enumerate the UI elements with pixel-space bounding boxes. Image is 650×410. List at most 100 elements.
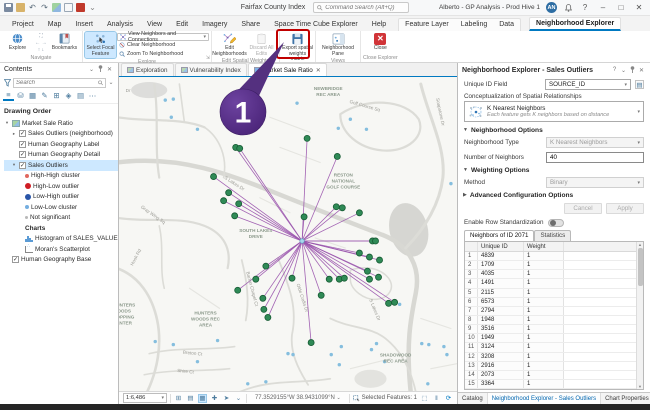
list-by-perspective-icon[interactable]: ▤ xyxy=(75,90,86,101)
list-by-editing-icon[interactable]: ✎ xyxy=(39,90,50,101)
refresh-icon[interactable]: ⟳ xyxy=(444,394,453,403)
number-of-neighbors-input[interactable] xyxy=(546,152,644,163)
unique-id-field-select[interactable]: SOURCE_ID ▾ xyxy=(545,79,631,90)
help-icon[interactable]: ? xyxy=(610,67,619,73)
dialog-launcher-icon[interactable]: ⇲ xyxy=(206,55,210,61)
docked-tab-catalog[interactable]: Catalog xyxy=(458,393,488,404)
redo-icon[interactable]: ↷ xyxy=(40,3,49,12)
table-row[interactable]: 340351 xyxy=(465,270,636,279)
expander-icon[interactable]: ▾ xyxy=(4,120,10,126)
chevron-down-icon[interactable]: ⌄ xyxy=(108,79,114,86)
ribbon-tab-edit[interactable]: Edit xyxy=(170,19,194,31)
docked-tab-neighborhood-explorer-sales-outliers[interactable]: Neighborhood Explorer - Sales Outliers xyxy=(488,393,601,404)
flash-location-icon[interactable]: ➤ xyxy=(222,394,231,403)
results-tab-neighbors[interactable]: Neighbors of ID 2071 xyxy=(464,230,534,241)
ribbon-tab-analysis[interactable]: Analysis xyxy=(101,19,139,31)
neighbor-point[interactable] xyxy=(341,275,347,281)
layer-checkbox[interactable]: ✓ xyxy=(19,130,26,137)
pin-icon[interactable] xyxy=(96,65,105,74)
layer-checkbox[interactable]: ✓ xyxy=(19,162,26,169)
neighbor-point[interactable] xyxy=(263,263,269,269)
neighbor-point[interactable] xyxy=(386,300,392,306)
contents-search-input[interactable] xyxy=(16,80,96,86)
table-row[interactable]: 727941 xyxy=(465,307,636,316)
ribbon-tab-insert[interactable]: Insert xyxy=(69,19,99,31)
scale-select[interactable]: 1:6,486 ▾ xyxy=(123,393,167,403)
close-window-button[interactable]: ✕ xyxy=(633,3,645,12)
neighbor-point[interactable] xyxy=(366,254,372,260)
view-tab-exploration[interactable]: Exploration xyxy=(121,63,174,76)
list-by-drawing-order-icon[interactable]: ≡ xyxy=(3,90,14,101)
neighborhood-options-section[interactable]: ▼ Neighborhood Options xyxy=(458,124,650,136)
close-explorer-button[interactable]: ✕ Close xyxy=(365,32,396,54)
table-row[interactable]: 1533641 xyxy=(465,380,636,389)
chevron-down-icon[interactable]: ⌄ xyxy=(234,394,243,403)
view-tab-market-sale-ratio[interactable]: Market Sale Ratio✕ xyxy=(248,63,327,76)
command-search-input[interactable] xyxy=(325,5,405,11)
ribbon-tab-map[interactable]: Map xyxy=(42,19,68,31)
table-row[interactable]: 1131241 xyxy=(465,343,636,352)
attribute-table-icon[interactable]: ⬚ xyxy=(420,394,429,403)
undo-icon[interactable]: ↶ xyxy=(28,3,37,12)
close-pane-icon[interactable]: ✕ xyxy=(637,67,646,74)
layer-checkbox[interactable]: ✓ xyxy=(19,151,26,158)
neighbor-point[interactable] xyxy=(226,190,232,196)
filter-funnel-icon[interactable] xyxy=(4,79,11,87)
ribbon-tab-neighborhood-explorer[interactable]: Neighborhood Explorer xyxy=(529,17,621,31)
docked-tab-chart-properties[interactable]: Chart Properties xyxy=(601,393,650,404)
tree-item-layer[interactable]: ▸ ✓ Sales Outliers (neighborhood) xyxy=(4,129,118,140)
ribbon-tab-help[interactable]: Help xyxy=(366,19,392,31)
neighbor-point[interactable] xyxy=(339,205,345,211)
bookmarks-button[interactable]: Bookmarks xyxy=(49,32,80,54)
expander-icon[interactable]: ▸ xyxy=(11,131,17,137)
tree-item-layer[interactable]: ✓ Human Geography Label xyxy=(4,139,118,150)
close-view-icon[interactable]: ✕ xyxy=(316,67,321,74)
close-pane-icon[interactable]: ✕ xyxy=(105,66,114,73)
layer-visibility-icon[interactable]: ▤ xyxy=(186,394,195,403)
neighbor-point[interactable] xyxy=(304,135,310,141)
focal-feature-point[interactable] xyxy=(300,239,304,243)
neighbor-point[interactable] xyxy=(392,299,398,305)
neighbor-point[interactable] xyxy=(334,153,340,159)
zoom-to-neighborhood-button[interactable]: Zoom To Neighborhood xyxy=(117,50,209,58)
column-unique-id[interactable]: Unique ID xyxy=(478,242,524,251)
table-row[interactable]: 1019491 xyxy=(465,334,636,343)
contents-search-box[interactable] xyxy=(13,78,106,88)
neighbor-point[interactable] xyxy=(308,340,314,346)
maximize-button[interactable]: □ xyxy=(615,3,627,12)
neighbor-point[interactable] xyxy=(289,275,295,281)
neighbor-point[interactable] xyxy=(261,306,267,312)
previous-next-extent-icons[interactable]: ← → xyxy=(34,40,48,46)
table-row[interactable]: 414911 xyxy=(465,279,636,288)
tree-item-layer-selected[interactable]: ▾ ✓ Sales Outliers xyxy=(4,160,118,171)
neighbor-point[interactable] xyxy=(372,238,378,244)
results-tab-statistics[interactable]: Statistics xyxy=(534,230,571,241)
ribbon-tab-view[interactable]: View xyxy=(141,19,168,31)
scrollbar-thumb[interactable] xyxy=(638,248,643,286)
neighbor-point[interactable] xyxy=(366,276,372,282)
save-icon[interactable] xyxy=(4,3,13,12)
advanced-options-section[interactable]: ▶ Advanced Configuration Options xyxy=(458,189,650,201)
tree-item-base-layer[interactable]: ✓ Human Geography Base xyxy=(4,255,118,266)
neighbor-point[interactable] xyxy=(260,295,266,301)
command-search[interactable] xyxy=(313,2,409,13)
neighbor-point[interactable] xyxy=(356,210,362,216)
new-layer-icon[interactable]: ⊞ xyxy=(174,394,183,403)
layer-checkbox[interactable]: ✓ xyxy=(19,141,26,148)
avatar[interactable]: AN xyxy=(546,2,557,13)
more-icon[interactable]: ⌄ xyxy=(88,3,97,12)
table-row[interactable]: 819481 xyxy=(465,316,636,325)
list-by-source-icon[interactable]: ⛁ xyxy=(15,90,26,101)
neighbor-point[interactable] xyxy=(221,198,227,204)
table-row[interactable]: 1232081 xyxy=(465,353,636,362)
minimize-button[interactable]: – xyxy=(597,3,609,12)
neighbor-point[interactable] xyxy=(301,214,307,220)
neighbor-point[interactable] xyxy=(326,276,332,282)
neighbor-point[interactable] xyxy=(333,204,339,210)
toolbox-icon[interactable] xyxy=(76,3,85,12)
table-row[interactable]: 1329161 xyxy=(465,362,636,371)
table-row[interactable]: 148391 xyxy=(465,252,636,261)
chevron-down-icon[interactable]: ⌄ xyxy=(619,67,628,74)
crosshair-icon[interactable]: ✚ xyxy=(210,394,219,403)
chevron-down-icon[interactable]: ⌄ xyxy=(87,66,96,73)
